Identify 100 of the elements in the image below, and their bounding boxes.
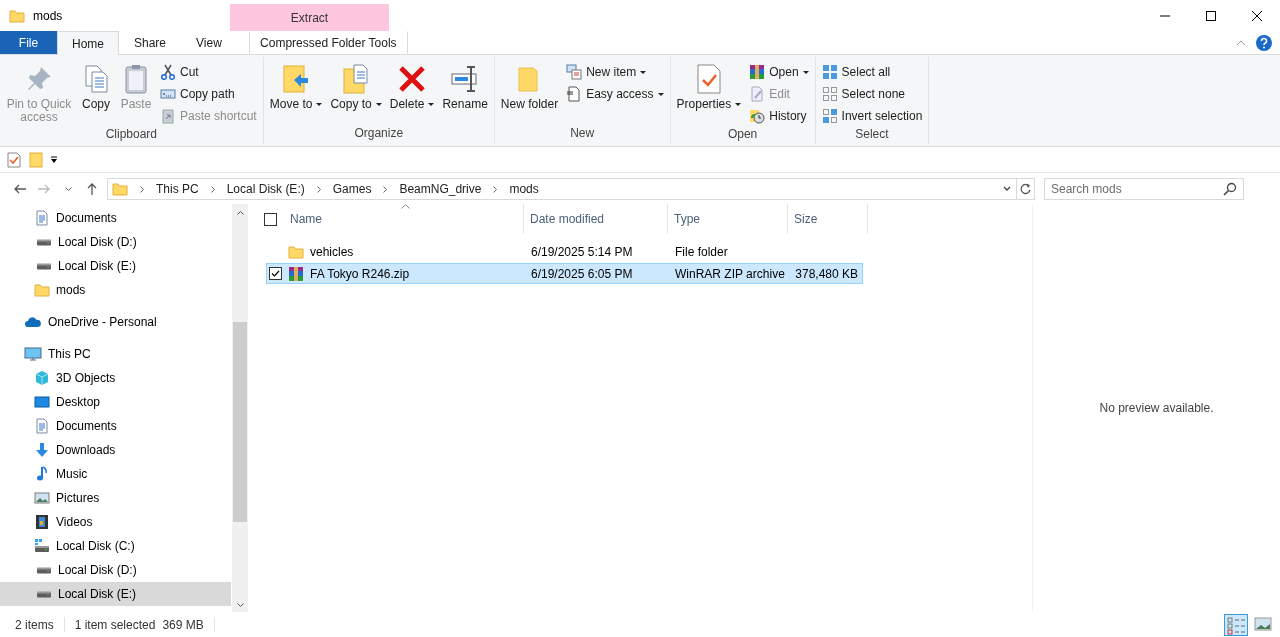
invert-selection-icon	[821, 108, 838, 124]
selection-count: 1 item selected	[74, 617, 156, 632]
new-item-icon	[566, 64, 583, 80]
column-header[interactable]: Type	[668, 204, 788, 234]
column-header[interactable]: Size	[788, 204, 868, 234]
picture-icon	[34, 490, 50, 506]
breadcrumb[interactable]: BeamNG_drive	[399, 182, 482, 196]
nav-item[interactable]: mods	[0, 278, 231, 302]
nav-item[interactable]: Downloads	[0, 438, 231, 462]
nav-item[interactable]: Videos	[0, 510, 231, 534]
ribbon-button[interactable]: Properties	[673, 61, 745, 113]
drive-icon	[37, 238, 51, 246]
ribbon-tab[interactable]: Share	[119, 31, 182, 54]
size-cell: 378,480 KB	[795, 266, 858, 281]
ribbon-button[interactable]: Select all	[818, 61, 926, 83]
ribbon-button[interactable]: Copy	[77, 61, 115, 113]
scrollbar[interactable]	[232, 204, 248, 612]
chevron-icon[interactable]	[493, 185, 498, 193]
chevron-icon[interactable]	[383, 185, 388, 193]
select-all-checkbox[interactable]	[264, 212, 277, 226]
date-cell: 6/19/2025 5:14 PM	[531, 244, 633, 259]
nav-item[interactable]: Local Disk (E:)	[0, 582, 231, 606]
chevron-icon[interactable]	[210, 185, 215, 193]
context-tab-group-label: Extract	[290, 10, 329, 25]
checkbox[interactable]	[269, 267, 282, 280]
ribbon-button[interactable]: Delete	[386, 61, 438, 113]
checkmark-document-icon[interactable]	[6, 151, 22, 168]
ribbon-button[interactable]: Copy to	[327, 61, 385, 113]
type-cell: WinRAR ZIP archive	[675, 266, 785, 281]
ribbon-button[interactable]: New item	[563, 61, 667, 83]
select-all-icon	[821, 64, 838, 80]
column-header[interactable]: Name	[286, 204, 524, 234]
scroll-down-icon[interactable]	[236, 603, 244, 607]
document-icon	[34, 210, 50, 226]
cloud-icon	[24, 314, 42, 330]
ribbon-group-label: Clipboard	[105, 127, 158, 143]
ribbon-button[interactable]: Easy access	[563, 83, 667, 105]
nav-item[interactable]: Local Disk (D:)	[0, 558, 231, 582]
download-icon	[34, 442, 50, 458]
ribbon-button[interactable]: Move to	[266, 61, 326, 113]
nav-item[interactable]: This PC	[0, 342, 231, 366]
scissors-icon	[160, 64, 176, 80]
breadcrumb[interactable]: This PC	[156, 182, 199, 196]
film-icon	[34, 514, 50, 530]
ribbon-tab[interactable]: View	[181, 31, 237, 54]
history-icon	[749, 108, 766, 124]
path-icon	[160, 86, 176, 102]
chevron-icon[interactable]	[316, 185, 321, 193]
breadcrumb[interactable]: Local Disk (E:)	[226, 182, 305, 196]
search-icon	[1223, 182, 1237, 196]
maximize-icon	[1206, 10, 1216, 21]
window-title: mods	[33, 8, 63, 23]
ribbon-button[interactable]: History	[746, 105, 812, 127]
drive-icon	[34, 538, 50, 554]
ribbon-button[interactable]: New folder	[497, 61, 562, 113]
ribbon-button[interactable]: Rename	[439, 61, 491, 113]
nav-item[interactable]: Documents	[0, 414, 231, 438]
nav-item[interactable]: Documents	[0, 206, 231, 230]
nav-item[interactable]: Desktop	[0, 390, 231, 414]
breadcrumb[interactable]: Games	[332, 182, 372, 196]
column-header[interactable]: Date modified	[524, 204, 668, 234]
refresh-icon	[1019, 183, 1032, 195]
nav-item[interactable]: Local Disk (E:)	[0, 254, 231, 278]
nav-item[interactable]: Local Disk (C:)	[0, 534, 231, 558]
ribbon-button[interactable]: Cut	[157, 61, 260, 83]
document-icon	[566, 86, 583, 102]
scroll-up-icon[interactable]	[236, 211, 244, 215]
computer-icon	[24, 346, 42, 362]
preview-message: No preview available.	[1099, 401, 1214, 415]
ribbon-tab[interactable]: Home	[57, 31, 119, 55]
file-row[interactable]: vehicles 6/19/2025 5:14 PM File folder	[266, 241, 863, 262]
ribbon-group-label: Open	[727, 127, 758, 143]
file-row[interactable]: FA Tokyo R246.zip 6/19/2025 6:05 PM WinRAR ZIP archive 378,480 KB	[266, 263, 863, 284]
ribbon-tab[interactable]: Compressed Folder Tools	[248, 31, 408, 54]
file-name: vehicles	[310, 244, 354, 259]
nav-item[interactable]: Local Disk (D:)	[0, 230, 231, 254]
ribbon-group-label: Organize	[354, 126, 404, 142]
document-icon	[34, 418, 50, 434]
drive-icon	[37, 262, 51, 270]
ribbon-button[interactable]: Open	[746, 61, 812, 83]
ribbon-button[interactable]: Invert selection	[818, 105, 926, 127]
nav-item[interactable]: Music	[0, 462, 231, 486]
chevron-icon[interactable]	[140, 185, 144, 193]
ribbon-tab[interactable]: File	[0, 31, 57, 54]
date-cell: 6/19/2025 6:05 PM	[531, 266, 633, 281]
cube-icon	[34, 370, 50, 386]
close-icon	[1252, 10, 1262, 21]
customize-toolbar-icon[interactable]	[50, 155, 58, 164]
folder-icon	[9, 7, 25, 24]
search-field[interactable]: Search mods	[1044, 178, 1244, 200]
nav-item[interactable]: Pictures	[0, 486, 231, 510]
archive-icon	[288, 265, 304, 282]
ribbon-button[interactable]: Copy path	[157, 83, 260, 105]
folder-icon	[34, 282, 50, 298]
nav-item[interactable]: OneDrive - Personal	[0, 310, 231, 334]
nav-item[interactable]: 3D Objects	[0, 366, 231, 390]
details-view-button[interactable]	[1224, 613, 1248, 636]
ribbon-button[interactable]: Select none	[818, 83, 926, 105]
breadcrumb[interactable]: mods	[509, 182, 539, 196]
collapse-ribbon-icon[interactable]	[1236, 40, 1246, 46]
